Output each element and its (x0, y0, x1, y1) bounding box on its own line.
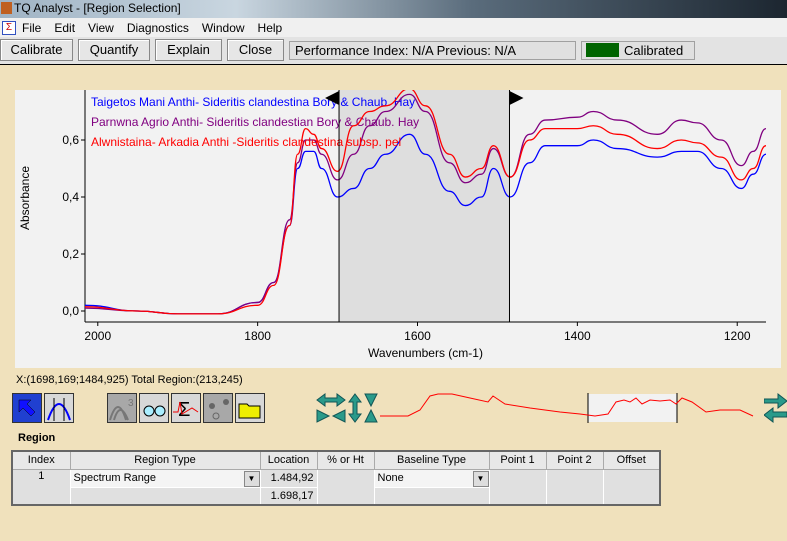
column-location: Location (259, 450, 318, 470)
y-tick-label: 0,2 (62, 247, 79, 261)
pan-arrows-icon[interactable] (764, 392, 787, 424)
baseline-empty (373, 486, 490, 506)
explain-button[interactable]: Explain (155, 39, 222, 61)
x-tick-label: 2000 (84, 329, 111, 343)
baseline-type-select[interactable]: None ▼ (373, 468, 490, 488)
column-percent-ht: % or Ht (316, 450, 375, 470)
region-table: Index Region Type Location % or Ht Basel… (11, 450, 661, 506)
x-tick-label: 1200 (724, 329, 751, 343)
chevron-down-icon[interactable]: ▼ (243, 470, 260, 487)
table-row[interactable]: 1 Spectrum Range ▼ 1.484,92 None ▼ (11, 468, 661, 506)
menu-help[interactable]: Help (258, 21, 283, 35)
y-axis-label: Absorbance (18, 166, 32, 230)
menu-edit[interactable]: Edit (54, 21, 75, 35)
calibration-status: Calibrated (581, 41, 695, 60)
toolbar: Calibrate Quantify Explain Close Perform… (0, 37, 787, 65)
open-folder-button[interactable] (235, 393, 265, 423)
column-offset: Offset (602, 450, 661, 470)
expand-vertical-icon[interactable] (348, 393, 378, 423)
flag-handle-icon[interactable] (509, 91, 524, 105)
x-tick-label: 1800 (244, 329, 271, 343)
menu-file[interactable]: File (22, 21, 41, 35)
point1-cell[interactable] (488, 468, 547, 506)
scissors-icon[interactable] (203, 393, 233, 423)
glasses-icon[interactable] (139, 393, 169, 423)
overview-region-box[interactable] (588, 394, 677, 422)
app-icon (1, 2, 12, 14)
performance-index: Performance Index: N/A Previous: N/A (289, 41, 576, 60)
offset-cell[interactable] (602, 468, 661, 506)
column-region-type: Region Type (69, 450, 261, 470)
region-type-value: Spectrum Range (73, 472, 157, 484)
y-tick-label: 0,4 (62, 190, 79, 204)
region-type-select[interactable]: Spectrum Range ▼ (69, 468, 261, 488)
menu-view[interactable]: View (88, 21, 114, 35)
spectra-3d-button[interactable]: 3 (107, 393, 137, 423)
window-title: TQ Analyst - [Region Selection] (14, 1, 181, 15)
point2-cell[interactable] (545, 468, 604, 506)
legend-entry: Taigetos Mani Anthi- Sideritis clandesti… (91, 95, 415, 109)
column-baseline-type: Baseline Type (373, 450, 490, 470)
location-start[interactable]: 1.484,92 (259, 468, 318, 488)
menu-diagnostics[interactable]: Diagnostics (127, 21, 189, 35)
row-index: 1 (11, 468, 71, 506)
overview-spectrum-line (380, 393, 754, 417)
expand-horizontal-icon[interactable] (316, 393, 346, 423)
peak-region-tool-button[interactable] (44, 393, 74, 423)
location-end[interactable]: 1.698,17 (259, 486, 318, 506)
table-header-row: Index Region Type Location % or Ht Basel… (11, 450, 661, 470)
status-indicator (586, 43, 619, 57)
y-tick-label: 0,6 (62, 133, 79, 147)
region-section-label: Region (18, 432, 56, 444)
status-text: Calibrated (624, 43, 684, 58)
x-tick-label: 1400 (564, 329, 591, 343)
zoom-arrows (316, 393, 378, 423)
pointer-tool-button[interactable] (12, 393, 42, 423)
x-axis-label: Wavenumbers (cm-1) (368, 346, 483, 360)
close-button[interactable]: Close (227, 39, 284, 61)
column-index: Index (11, 450, 71, 470)
percent-ht-cell[interactable] (316, 468, 375, 506)
calibrate-button[interactable]: Calibrate (0, 39, 73, 61)
sigma-icon[interactable]: Σ (2, 20, 16, 35)
title-bar: TQ Analyst - [Region Selection] (0, 0, 787, 18)
sigma-sum-button[interactable]: Σ (171, 393, 201, 423)
spectrum-plot[interactable]: 0,0 0,2 0,4 0,6 2000 1800 1600 1400 1200 Wavenumb… (15, 88, 781, 368)
spectrum-chart[interactable]: 0,0 0,2 0,4 0,6 2000 1800 1600 1400 1200 Wavenumb… (15, 88, 781, 368)
column-point1: Point 1 (488, 450, 547, 470)
legend-entry: Parnwna Agrio Anthi- Sideritis clandesti… (91, 115, 419, 129)
legend-entry: Alwnistaina- Arkadia Anthi -Sideritis cl… (91, 135, 401, 149)
x-tick-label: 1600 (404, 329, 431, 343)
y-tick-label: 0,0 (62, 304, 79, 318)
quantify-button[interactable]: Quantify (78, 39, 150, 61)
svg-text:3: 3 (128, 398, 134, 409)
menu-window[interactable]: Window (202, 21, 245, 35)
region-status: X:(1698,169;1484,925) Total Region:(213,… (16, 374, 243, 386)
baseline-type-value: None (377, 472, 404, 484)
overview-spectrum[interactable] (380, 390, 760, 430)
column-point2: Point 2 (545, 450, 604, 470)
region-type-empty (69, 486, 261, 506)
chevron-down-icon[interactable]: ▼ (472, 470, 489, 487)
menu-bar: Σ File Edit View Diagnostics Window Help (0, 18, 787, 37)
